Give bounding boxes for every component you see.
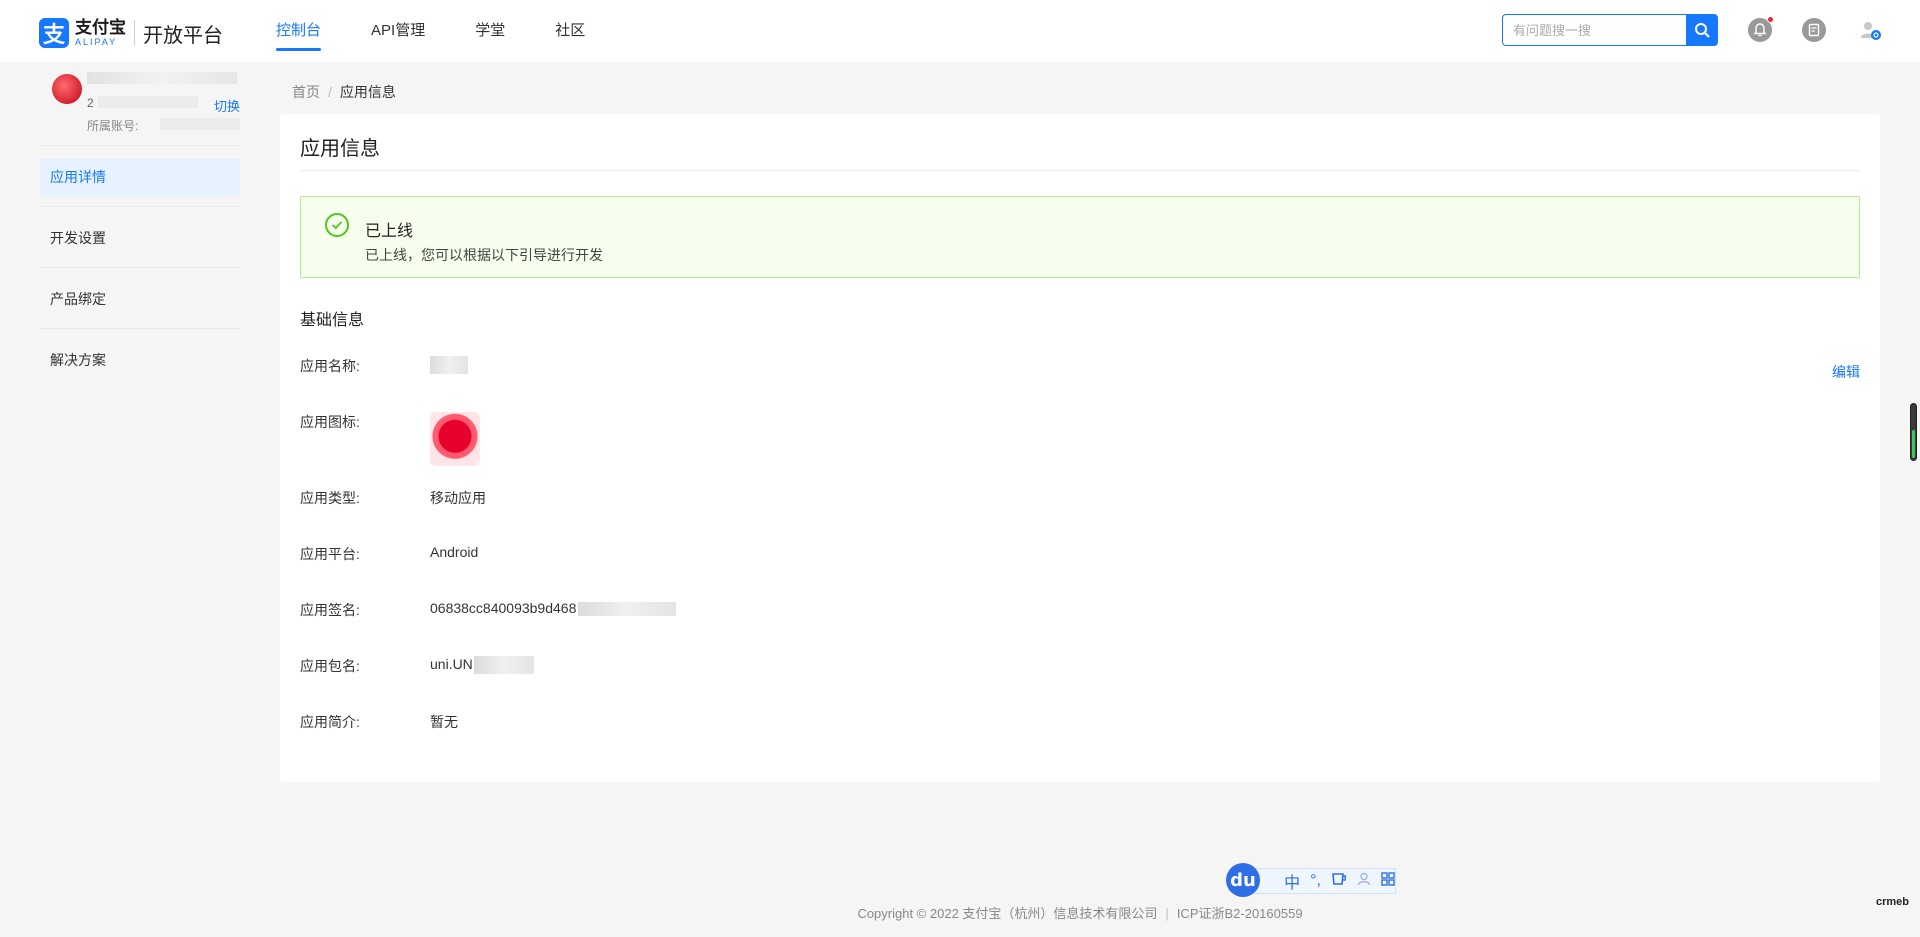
search-icon: [1695, 23, 1710, 38]
account-name-redacted: [87, 72, 237, 84]
account-id: 2: [87, 96, 94, 110]
logo-text: 支付宝 ALIPAY: [75, 19, 126, 47]
switch-account-link[interactable]: 切换: [214, 96, 240, 115]
field-app-name-value-redacted: [430, 356, 468, 375]
app-info-card: 应用信息 已上线 已上线，您可以根据以下引导进行开发 基础信息 编辑 应用名称:…: [280, 114, 1880, 782]
avatar: [52, 74, 82, 104]
document-icon: [1808, 23, 1820, 37]
ime-bar: 中 °,: [1252, 868, 1396, 894]
sub-account-label: 所属账号:: [87, 119, 139, 133]
field-app-type-value: 移动应用: [430, 490, 486, 506]
ime-toolbar: 中 °, du: [1226, 863, 1396, 897]
logo-name-cn: 支付宝: [75, 18, 126, 37]
status-description: 已上线，您可以根据以下引导进行开发: [365, 247, 603, 263]
alipay-logo[interactable]: 支 支付宝 ALIPAY 开放平台: [39, 18, 223, 48]
edit-link[interactable]: 编辑: [1832, 362, 1860, 382]
footer-icp[interactable]: ICP证浙B2-20160559: [1177, 906, 1303, 921]
status-title: 已上线: [365, 223, 414, 240]
field-app-type-label: 应用类型:: [300, 490, 360, 506]
field-app-signature-label: 应用签名:: [300, 602, 360, 618]
alipay-logo-icon: 支: [39, 18, 69, 48]
breadcrumb-separator: /: [328, 84, 332, 100]
search-input[interactable]: [1502, 14, 1686, 46]
account-card: 2 所属账号: 切换: [40, 62, 240, 146]
nav-console[interactable]: 控制台: [276, 0, 322, 62]
field-app-icon-label: 应用图标:: [300, 414, 360, 430]
status-alert: 已上线 已上线，您可以根据以下引导进行开发: [300, 196, 1860, 278]
sidebar-item-product-binding-label[interactable]: 产品绑定: [40, 280, 240, 318]
field-app-package-value: uni.UN: [430, 656, 534, 675]
field-app-signature-value: 06838cc840093b9d468: [430, 600, 677, 617]
signature-text: 06838cc840093b9d468: [430, 600, 577, 616]
logo-name-en: ALIPAY: [75, 37, 118, 47]
breadcrumb-home[interactable]: 首页: [292, 84, 320, 100]
platform-name: 开放平台: [143, 24, 223, 47]
user-menu-button[interactable]: [1858, 18, 1882, 42]
page-title: 应用信息: [300, 138, 380, 160]
sidebar-item-solutions: 解决方案: [40, 329, 240, 390]
account-id-redacted: [98, 96, 198, 108]
breadcrumb: 首页 / 应用信息: [292, 82, 396, 102]
search-button[interactable]: [1686, 14, 1718, 46]
notification-button[interactable]: [1748, 16, 1774, 42]
sidebar-item-app-details-label[interactable]: 应用详情: [40, 158, 240, 196]
bell-icon: [1753, 23, 1767, 37]
footer-divider: |: [1165, 906, 1169, 921]
field-app-intro-label: 应用简介:: [300, 714, 360, 730]
notification-dot: [1767, 16, 1774, 23]
main-nav: 控制台 API管理 学堂 社区: [276, 0, 635, 62]
sidebar-item-solutions-label[interactable]: 解决方案: [40, 341, 240, 379]
footer-copyright: Copyright © 2022 支付宝（杭州）信息技术有限公司: [857, 906, 1158, 921]
sidebar-item-dev-settings: 开发设置: [40, 207, 240, 268]
ime-logo-icon[interactable]: du: [1226, 863, 1260, 897]
field-app-package-label: 应用包名:: [300, 658, 360, 674]
sub-account-redacted: [160, 118, 240, 130]
ime-user-icon[interactable]: [1357, 872, 1371, 891]
corner-watermark: crmeb: [1876, 896, 1910, 908]
field-app-platform-label: 应用平台:: [300, 546, 360, 562]
page-scroll-indicator[interactable]: [1910, 403, 1917, 461]
title-divider: [300, 170, 1860, 171]
basic-info-heading: 基础信息: [300, 312, 365, 329]
breadcrumb-current: 应用信息: [339, 84, 396, 100]
sidebar-item-app-details: 应用详情: [40, 146, 240, 207]
nav-academy[interactable]: 学堂: [475, 0, 505, 62]
field-app-name-label: 应用名称:: [300, 358, 360, 374]
ime-cup-icon[interactable]: [1331, 872, 1347, 891]
logo-divider: [134, 20, 135, 46]
footer: Copyright © 2022 支付宝（杭州）信息技术有限公司 | ICP证浙B2…: [0, 903, 1920, 922]
nav-community[interactable]: 社区: [555, 0, 585, 62]
field-app-intro-value: 暂无: [430, 714, 458, 730]
package-text: uni.UN: [430, 656, 473, 672]
sidebar: 2 所属账号: 切换 应用详情 开发设置 产品绑定 解决方案: [40, 62, 240, 390]
sidebar-item-dev-settings-label[interactable]: 开发设置: [40, 219, 240, 257]
ime-language-toggle[interactable]: 中: [1284, 869, 1300, 893]
field-app-platform-value: Android: [430, 544, 479, 560]
app-icon-image: [430, 412, 480, 466]
scroll-indicator-fill: [1912, 430, 1915, 458]
sidebar-item-product-binding: 产品绑定: [40, 268, 240, 329]
ime-grid-icon[interactable]: [1381, 871, 1395, 891]
search-box: [1502, 14, 1718, 46]
nav-api-management[interactable]: API管理: [371, 0, 425, 62]
check-circle-icon: [325, 213, 349, 237]
user-settings-icon: [1861, 22, 1881, 40]
document-button[interactable]: [1802, 18, 1826, 42]
ime-punctuation-toggle[interactable]: °,: [1310, 872, 1321, 890]
top-header: 支 支付宝 ALIPAY 开放平台 控制台 API管理 学堂 社区: [0, 0, 1920, 62]
